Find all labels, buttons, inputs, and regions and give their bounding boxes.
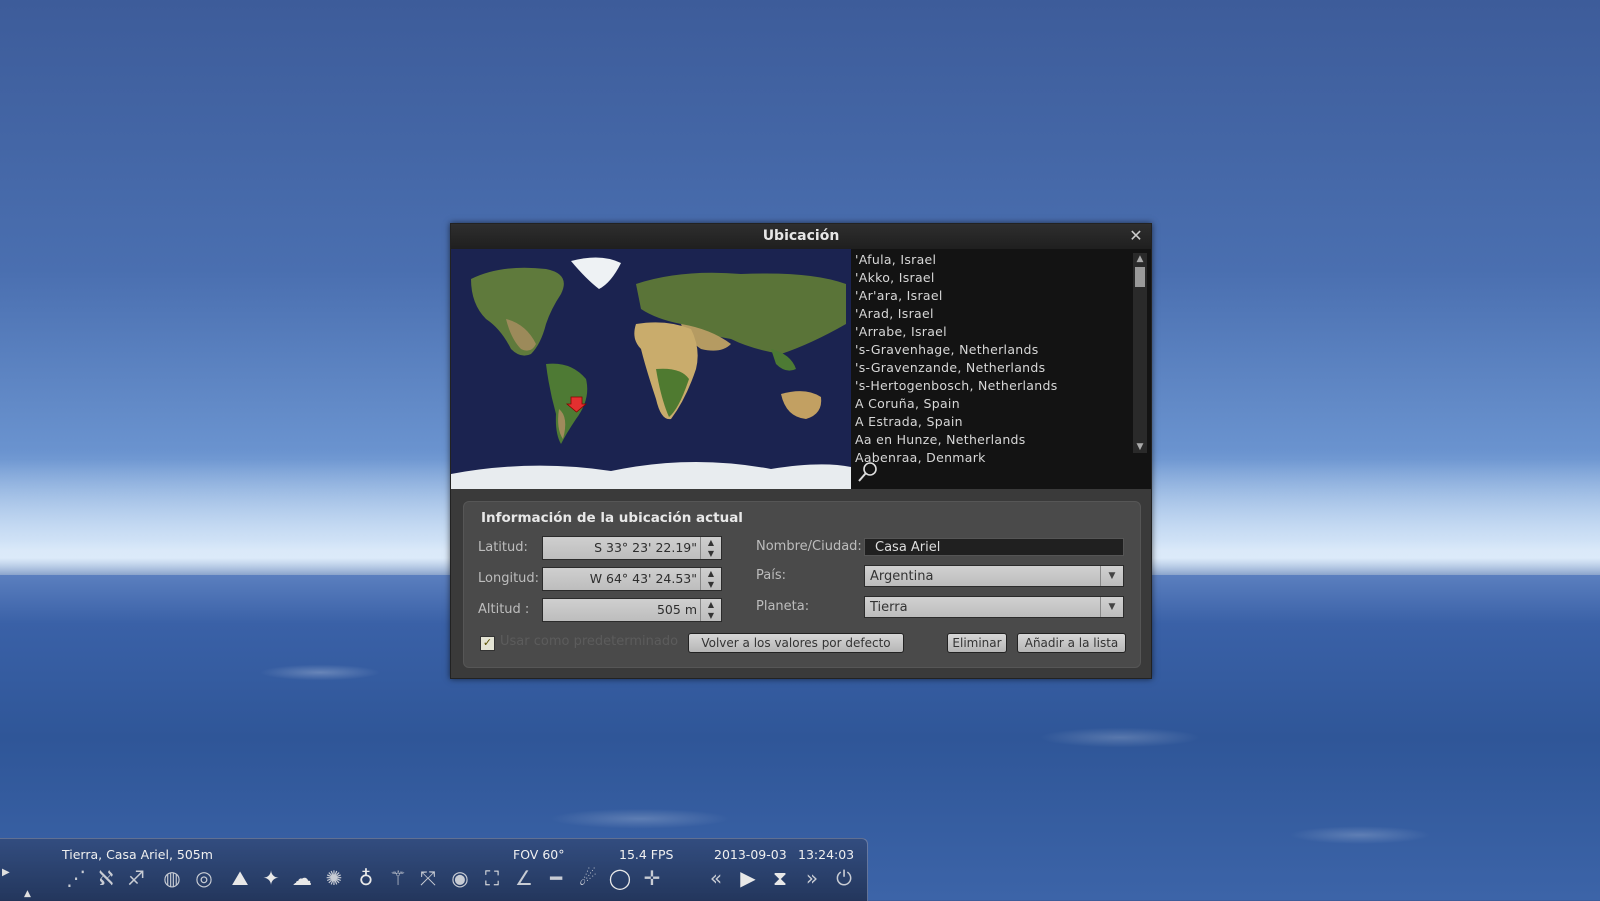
nebulae-icon[interactable]: ✺ xyxy=(320,864,348,892)
location-browser: 'Afula, Israel 'Akko, Israel 'Ar'ara, Is… xyxy=(451,249,1151,489)
delete-button[interactable]: Eliminar xyxy=(947,633,1007,653)
close-icon[interactable]: ✕ xyxy=(1127,227,1145,245)
ocular-icon[interactable]: ◯ xyxy=(606,864,634,892)
chevron-down-icon[interactable]: ▼ xyxy=(1100,566,1123,586)
list-item[interactable]: A Coruña, Spain xyxy=(855,395,1151,413)
center-object-icon[interactable]: ⤧ xyxy=(414,864,442,892)
country-select[interactable]: Argentina ▼ xyxy=(864,565,1124,587)
cardinal-points-icon[interactable]: ✦ xyxy=(257,864,285,892)
latitude-label: Latitud: xyxy=(478,540,528,555)
city-list[interactable]: 'Afula, Israel 'Akko, Israel 'Ar'ara, Is… xyxy=(851,249,1151,489)
longitude-spinbox[interactable]: W 64° 43' 24.53" ▲ ▼ xyxy=(542,567,722,591)
name-field[interactable]: Casa Ariel xyxy=(864,538,1124,556)
list-item[interactable]: Aa en Hunze, Netherlands xyxy=(855,431,1151,449)
default-checkbox[interactable]: ✓ xyxy=(480,636,495,651)
country-value: Argentina xyxy=(870,569,934,584)
location-dialog: Ubicación ✕ 'Afula, Israel 'Akko, Israel… xyxy=(450,223,1152,679)
azimuthal-grid-icon[interactable]: ◎ xyxy=(190,864,218,892)
dialog-titlebar[interactable]: Ubicación ✕ xyxy=(451,224,1151,249)
latitude-spinbox[interactable]: S 33° 23' 22.19" ▲ ▼ xyxy=(542,536,722,560)
angle-measure-icon[interactable]: ∠ xyxy=(510,864,538,892)
fps-status: 15.4 FPS xyxy=(619,847,674,862)
telescope-icon[interactable]: ☄ xyxy=(574,864,602,892)
scroll-up-icon[interactable]: ▲ xyxy=(1133,253,1147,265)
list-item[interactable]: 'Akko, Israel xyxy=(855,269,1151,287)
chevron-down-icon[interactable]: ▼ xyxy=(1100,597,1123,617)
country-label: País: xyxy=(756,568,786,583)
reset-defaults-button[interactable]: Volver a los valores por defecto xyxy=(688,633,904,653)
location-status: Tierra, Casa Ariel, 505m xyxy=(62,847,213,862)
constellation-labels-icon[interactable]: ℵ xyxy=(92,864,120,892)
list-item[interactable]: 's-Gravenhage, Netherlands xyxy=(855,341,1151,359)
spin-arrows-icon[interactable]: ▲ ▼ xyxy=(700,599,721,621)
quit-icon[interactable]: ⏻ xyxy=(830,864,858,892)
date-status: 2013-09-03 xyxy=(714,847,787,862)
scroll-down-icon[interactable]: ▼ xyxy=(1133,441,1147,453)
rewind-icon[interactable]: « xyxy=(702,864,730,892)
fullscreen-icon[interactable]: ⛶ xyxy=(478,864,506,892)
panel-title: Información de la ubicación actual xyxy=(481,510,743,526)
add-to-list-button[interactable]: Añadir a la lista xyxy=(1017,633,1126,653)
planet-label: Planeta: xyxy=(756,599,810,614)
list-item[interactable]: Aabenraa, Denmark xyxy=(855,449,1151,467)
night-mode-icon[interactable]: ◉ xyxy=(446,864,474,892)
list-item[interactable]: 's-Hertogenbosch, Netherlands xyxy=(855,377,1151,395)
now-icon[interactable]: ⧗ xyxy=(766,864,794,892)
city-list-scrollbar[interactable]: ▲ ▼ xyxy=(1133,253,1147,453)
crosshair-icon[interactable]: ✛ xyxy=(638,864,666,892)
list-item[interactable]: 'Ar'ara, Israel xyxy=(855,287,1151,305)
altitude-value: 505 m xyxy=(656,602,697,617)
planet-labels-icon[interactable]: ♁ xyxy=(352,864,380,892)
longitude-label: Longitud: xyxy=(478,571,540,586)
constellation-lines-icon[interactable]: ⋰ xyxy=(62,864,90,892)
planet-value: Tierra xyxy=(870,600,908,615)
search-icon[interactable] xyxy=(857,461,879,487)
ruler-icon[interactable]: ━ xyxy=(542,864,570,892)
latitude-value: S 33° 23' 22.19" xyxy=(594,540,697,555)
equatorial-grid-icon[interactable]: ◍ xyxy=(158,864,186,892)
fov-status: FOV 60° xyxy=(513,847,565,862)
time-status: 13:24:03 xyxy=(798,847,855,862)
altitude-spinbox[interactable]: 505 m ▲ ▼ xyxy=(542,598,722,622)
play-icon[interactable]: ▶ xyxy=(734,864,762,892)
expand-left-icon[interactable]: ▶ xyxy=(2,867,10,878)
planet-select[interactable]: Tierra ▼ xyxy=(864,596,1124,618)
fast-forward-icon[interactable]: » xyxy=(798,864,826,892)
bottom-toolbar: ▶ ▲ Tierra, Casa Ariel, 505m FOV 60° 15.… xyxy=(0,838,868,901)
list-item[interactable]: 'Arrabe, Israel xyxy=(855,323,1151,341)
name-label: Nombre/Ciudad: xyxy=(756,539,862,554)
list-item[interactable]: 'Afula, Israel xyxy=(855,251,1151,269)
equatorial-mount-icon[interactable]: ⚚ xyxy=(384,864,412,892)
list-item[interactable]: 'Arad, Israel xyxy=(855,305,1151,323)
spin-arrows-icon[interactable]: ▲ ▼ xyxy=(700,568,721,590)
default-checkbox-label: Usar como predeterminado xyxy=(500,634,679,649)
list-item[interactable]: A Estrada, Spain xyxy=(855,413,1151,431)
constellation-art-icon[interactable]: ♐ xyxy=(122,864,150,892)
ground-icon[interactable]: ⛰ xyxy=(226,864,254,892)
scroll-thumb[interactable] xyxy=(1135,267,1145,287)
atmosphere-icon[interactable]: ☁ xyxy=(288,864,316,892)
dialog-title: Ubicación xyxy=(762,228,840,244)
expand-up-icon[interactable]: ▲ xyxy=(24,889,31,899)
world-map[interactable] xyxy=(451,249,851,489)
longitude-value: W 64° 43' 24.53" xyxy=(589,571,697,586)
altitude-label: Altitud : xyxy=(478,602,530,617)
current-location-panel: Información de la ubicación actual Latit… xyxy=(463,501,1141,668)
spin-arrows-icon[interactable]: ▲ ▼ xyxy=(700,537,721,559)
list-item[interactable]: 's-Gravenzande, Netherlands xyxy=(855,359,1151,377)
